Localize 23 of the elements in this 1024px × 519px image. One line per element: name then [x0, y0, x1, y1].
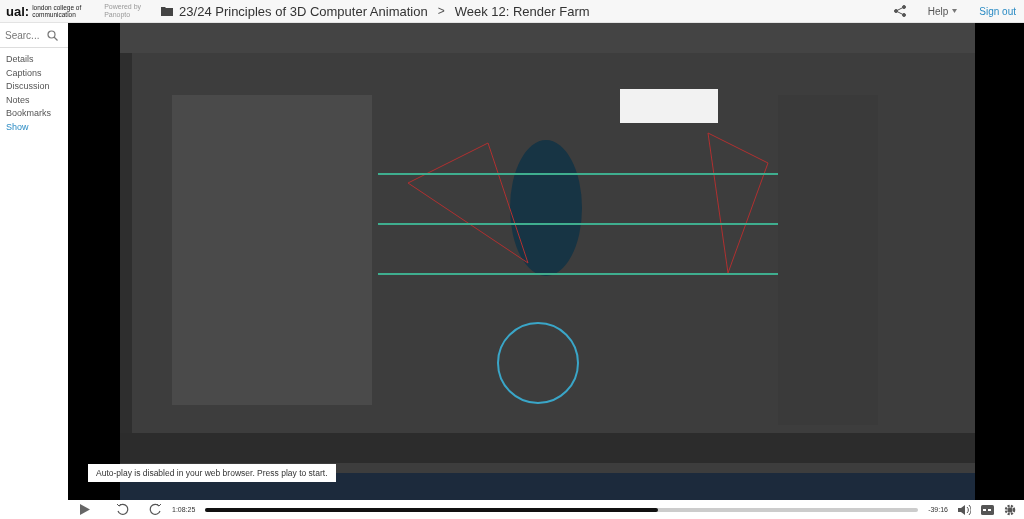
sidebar-tab[interactable]: Bookmarks — [6, 108, 62, 120]
sidebar-tab[interactable]: Discussion — [6, 81, 62, 93]
sign-out-link[interactable]: Sign out — [979, 5, 1016, 17]
volume-icon[interactable] — [958, 504, 971, 515]
help-menu[interactable]: Help — [927, 5, 949, 17]
sidebar-tab[interactable]: Notes — [6, 94, 62, 106]
progress-track[interactable] — [205, 507, 919, 512]
breadcrumb-separator: > — [437, 4, 445, 18]
captions-icon[interactable] — [981, 504, 994, 515]
search-field[interactable]: Searc... — [5, 29, 47, 41]
caret-icon[interactable] — [952, 9, 958, 13]
sidebar-tab[interactable]: Show — [6, 121, 62, 133]
logo-mark: ual: — [6, 3, 30, 19]
search-icon[interactable] — [47, 29, 58, 41]
breadcrumb-link[interactable]: 23/24 Principles of 3D Computer Animation — [179, 3, 428, 19]
sidebar-tab[interactable]: Captions — [6, 67, 62, 79]
folder-icon[interactable] — [161, 6, 174, 16]
breadcrumb-link[interactable]: Week 12: Render Farm — [454, 3, 590, 19]
play-icon[interactable] — [80, 504, 90, 515]
sidebar-tab[interactable]: Details — [6, 54, 62, 66]
autoplay-tooltip: Auto-play is disabled in your web browser. Press play to start. — [88, 464, 336, 482]
settings-icon[interactable] — [1004, 503, 1016, 516]
share-icon[interactable] — [893, 5, 906, 17]
